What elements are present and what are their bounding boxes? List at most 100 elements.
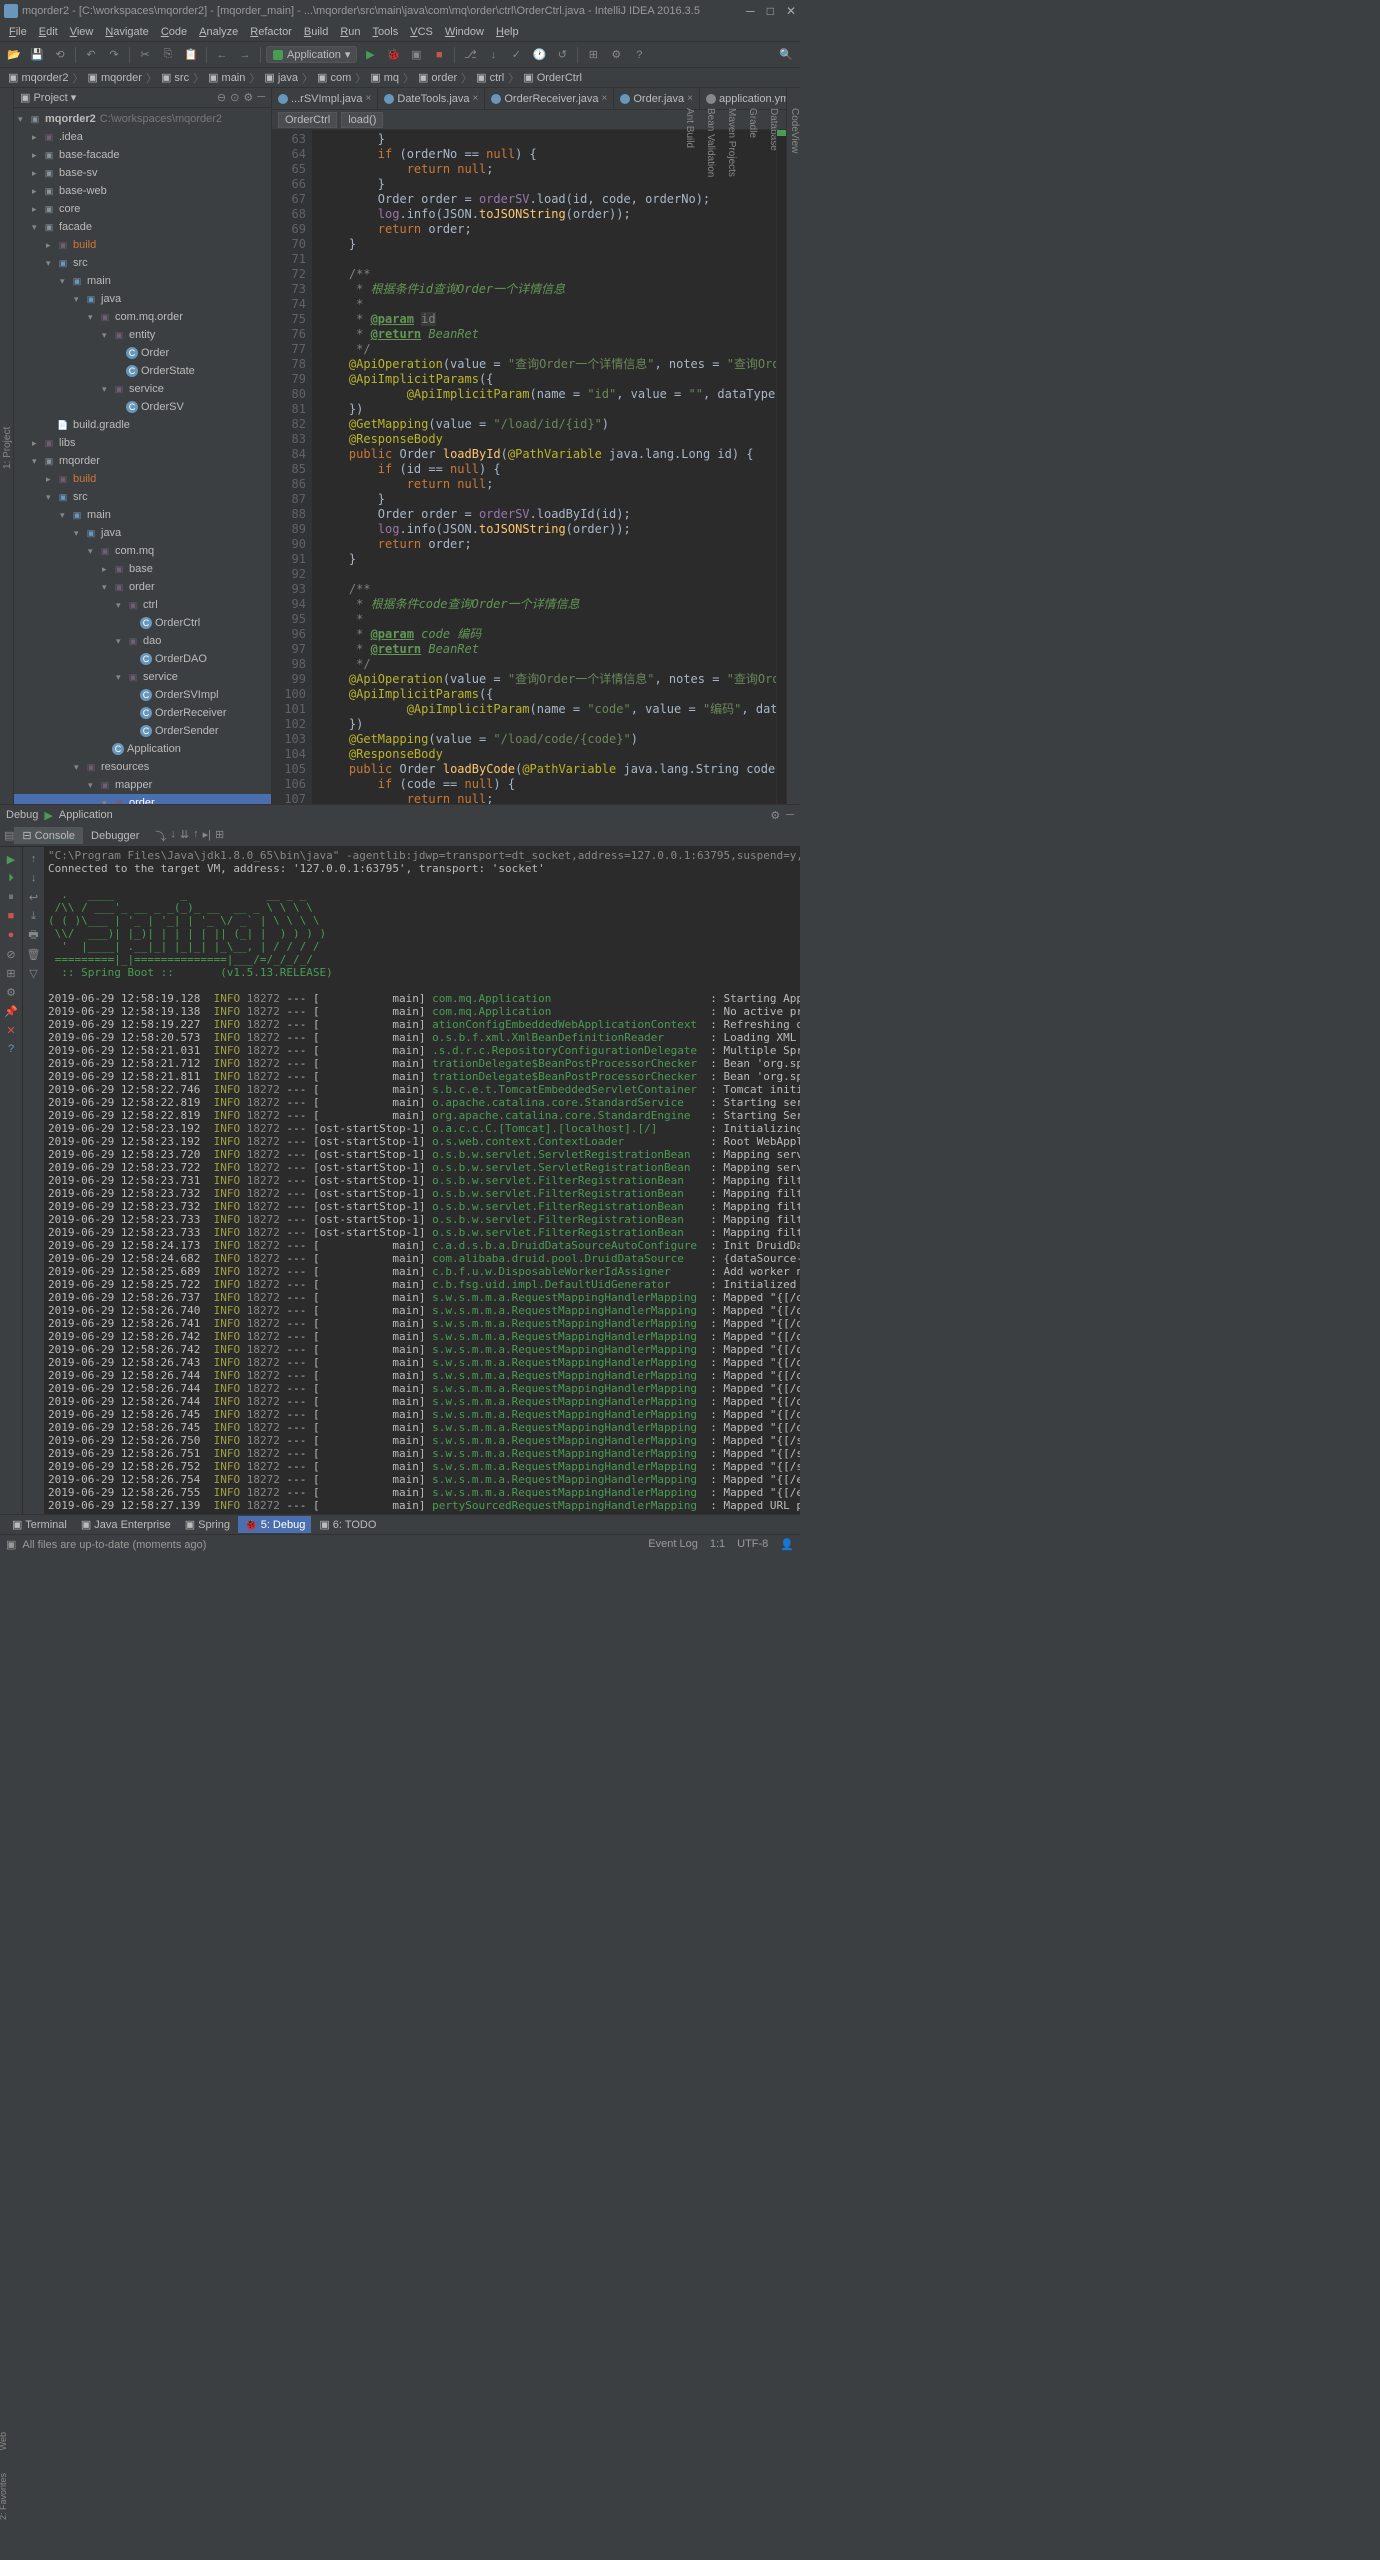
tree-item-ordersender[interactable]: COrderSender	[14, 722, 271, 740]
breadcrumb-2[interactable]: ▣ src	[161, 71, 189, 84]
menu-window[interactable]: Window	[440, 24, 489, 40]
gear-icon[interactable]: ⚙	[770, 809, 780, 822]
pause-icon[interactable]: ⏸	[3, 889, 19, 905]
help-icon[interactable]: ?	[3, 1041, 19, 1057]
gradle-button[interactable]: Gradle	[747, 108, 758, 804]
locate-icon[interactable]: ⊙	[230, 91, 239, 104]
tree-item-main[interactable]: ▾▣main	[14, 272, 271, 290]
tree-item-ctrl[interactable]: ▾▣ctrl	[14, 596, 271, 614]
maven-projects-button[interactable]: Maven Projects	[726, 108, 737, 804]
tree-item-src[interactable]: ▾▣src	[14, 254, 271, 272]
gutter[interactable]: 63 64 65 66 67 68 69 70 71 72 73 74 75 7…	[272, 130, 312, 804]
back-icon[interactable]: ←	[212, 45, 232, 65]
tree-item-orderstate[interactable]: COrderState	[14, 362, 271, 380]
tree-item-build[interactable]: ▸▣build	[14, 470, 271, 488]
close-icon[interactable]: ✕	[3, 1022, 19, 1038]
up-icon[interactable]: ↑	[26, 851, 42, 867]
tree-item-build[interactable]: ▸▣build	[14, 236, 271, 254]
menu-help[interactable]: Help	[491, 24, 524, 40]
tree-item-core[interactable]: ▸▣core	[14, 200, 271, 218]
evaluate-icon[interactable]: ⊞	[215, 828, 224, 844]
breadcrumb-7[interactable]: ▣ order	[418, 71, 457, 84]
resume-icon[interactable]: ⏵	[3, 870, 19, 886]
tree-item-order[interactable]: ▾▣order	[14, 578, 271, 596]
breadcrumb-0[interactable]: ▣ mqorder2	[8, 71, 69, 84]
breadcrumb-6[interactable]: ▣ mq	[370, 71, 399, 84]
tree-item-base[interactable]: ▸▣base	[14, 560, 271, 578]
console-tab[interactable]: ⊟ Console	[14, 827, 83, 844]
ant-build-button[interactable]: Ant Build	[684, 108, 695, 804]
tree-item-java[interactable]: ▾▣java	[14, 524, 271, 542]
commit-icon[interactable]: ✓	[506, 45, 526, 65]
breadcrumb-3[interactable]: ▣ main	[208, 71, 245, 84]
minimize-icon[interactable]: ─	[746, 4, 755, 18]
bottom-tab-6--todo[interactable]: ▣ 6: TODO	[313, 1516, 382, 1533]
save-icon[interactable]: 💾	[27, 45, 47, 65]
method-crumb[interactable]: load()	[341, 112, 383, 128]
menu-analyze[interactable]: Analyze	[194, 24, 243, 40]
maximize-icon[interactable]: □	[767, 4, 774, 18]
tab-application-yml[interactable]: application.yml×	[700, 88, 786, 109]
menu-tools[interactable]: Tools	[368, 24, 404, 40]
step-out-icon[interactable]: ↑	[193, 828, 199, 844]
breakpoints-icon[interactable]: ●	[3, 927, 19, 943]
layout-icon[interactable]: ⊞	[3, 965, 19, 981]
tab-order-java[interactable]: Order.java×	[614, 88, 700, 109]
menu-run[interactable]: Run	[335, 24, 365, 40]
event-log-button[interactable]: Event Log	[648, 1538, 698, 1551]
tree-item-mqorder[interactable]: ▾▣mqorder	[14, 452, 271, 470]
filter-icon[interactable]: ▽	[26, 965, 42, 981]
menu-file[interactable]: File	[4, 24, 32, 40]
breadcrumb-5[interactable]: ▣ com	[317, 71, 351, 84]
menu-vcs[interactable]: VCS	[405, 24, 438, 40]
error-stripe[interactable]	[776, 130, 786, 804]
close-icon[interactable]: ×	[366, 93, 372, 104]
codeview-button[interactable]: CodeView	[789, 108, 800, 804]
open-icon[interactable]: 📂	[4, 45, 24, 65]
tree-item-java[interactable]: ▾▣java	[14, 290, 271, 308]
web-button[interactable]: Web	[0, 2432, 8, 2450]
forward-icon[interactable]: →	[235, 45, 255, 65]
redo-icon[interactable]: ↷	[104, 45, 124, 65]
console-view-icon[interactable]: ▤	[4, 829, 14, 842]
close-icon[interactable]: ✕	[786, 4, 796, 18]
pin-icon[interactable]: 📌	[3, 1003, 19, 1019]
encoding[interactable]: UTF-8	[737, 1538, 768, 1551]
tree-item-base-facade[interactable]: ▸▣base-facade	[14, 146, 271, 164]
tree-item-ordersv[interactable]: COrderSV	[14, 398, 271, 416]
tree-item-dao[interactable]: ▾▣dao	[14, 632, 271, 650]
project-tree[interactable]: ▾▣mqorder2C:\workspaces\mqorder2 ▸▣.idea…	[14, 108, 271, 804]
tab----rsvimpl-java[interactable]: ...rSVImpl.java×	[272, 88, 378, 109]
tree-item-application[interactable]: CApplication	[14, 740, 271, 758]
tree-item-resources[interactable]: ▾▣resources	[14, 758, 271, 776]
copy-icon[interactable]: ⎘	[158, 45, 178, 65]
tree-item-base-sv[interactable]: ▸▣base-sv	[14, 164, 271, 182]
step-into-icon[interactable]: ↓	[170, 828, 176, 844]
step-over-icon[interactable]: ⤵	[155, 828, 166, 844]
gear-icon[interactable]: ⚙	[243, 91, 253, 104]
scroll-icon[interactable]: ⤓	[26, 908, 42, 924]
hide-icon[interactable]: ─	[786, 809, 794, 822]
tree-item-build-gradle[interactable]: 📄build.gradle	[14, 416, 271, 434]
bottom-tab-java-enterprise[interactable]: ▣ Java Enterprise	[75, 1516, 177, 1533]
tree-item-orderctrl[interactable]: COrderCtrl	[14, 614, 271, 632]
tree-item-libs[interactable]: ▸▣libs	[14, 434, 271, 452]
menu-navigate[interactable]: Navigate	[100, 24, 153, 40]
favorites-button[interactable]: 2: Favorites	[0, 2473, 8, 2520]
coverage-icon[interactable]: ▣	[406, 45, 426, 65]
run-icon[interactable]: ▶	[360, 45, 380, 65]
toolwindow-toggle-icon[interactable]: ▣	[6, 1538, 16, 1551]
tree-item-com-mq-order[interactable]: ▾▣com.mq.order	[14, 308, 271, 326]
close-icon[interactable]: ×	[687, 93, 693, 104]
tree-item-order[interactable]: COrder	[14, 344, 271, 362]
tree-item-order[interactable]: ▾▣order	[14, 794, 271, 804]
vcs-icon[interactable]: ⎇	[460, 45, 480, 65]
wrap-icon[interactable]: ↩	[26, 889, 42, 905]
tree-item-service[interactable]: ▾▣service	[14, 380, 271, 398]
close-icon[interactable]: ×	[473, 93, 479, 104]
tree-item-src[interactable]: ▾▣src	[14, 488, 271, 506]
sync-icon[interactable]: ⟲	[50, 45, 70, 65]
cursor-position[interactable]: 1:1	[710, 1538, 725, 1551]
bean-validation-button[interactable]: Bean Validation	[705, 108, 716, 804]
close-icon[interactable]: ×	[602, 93, 608, 104]
